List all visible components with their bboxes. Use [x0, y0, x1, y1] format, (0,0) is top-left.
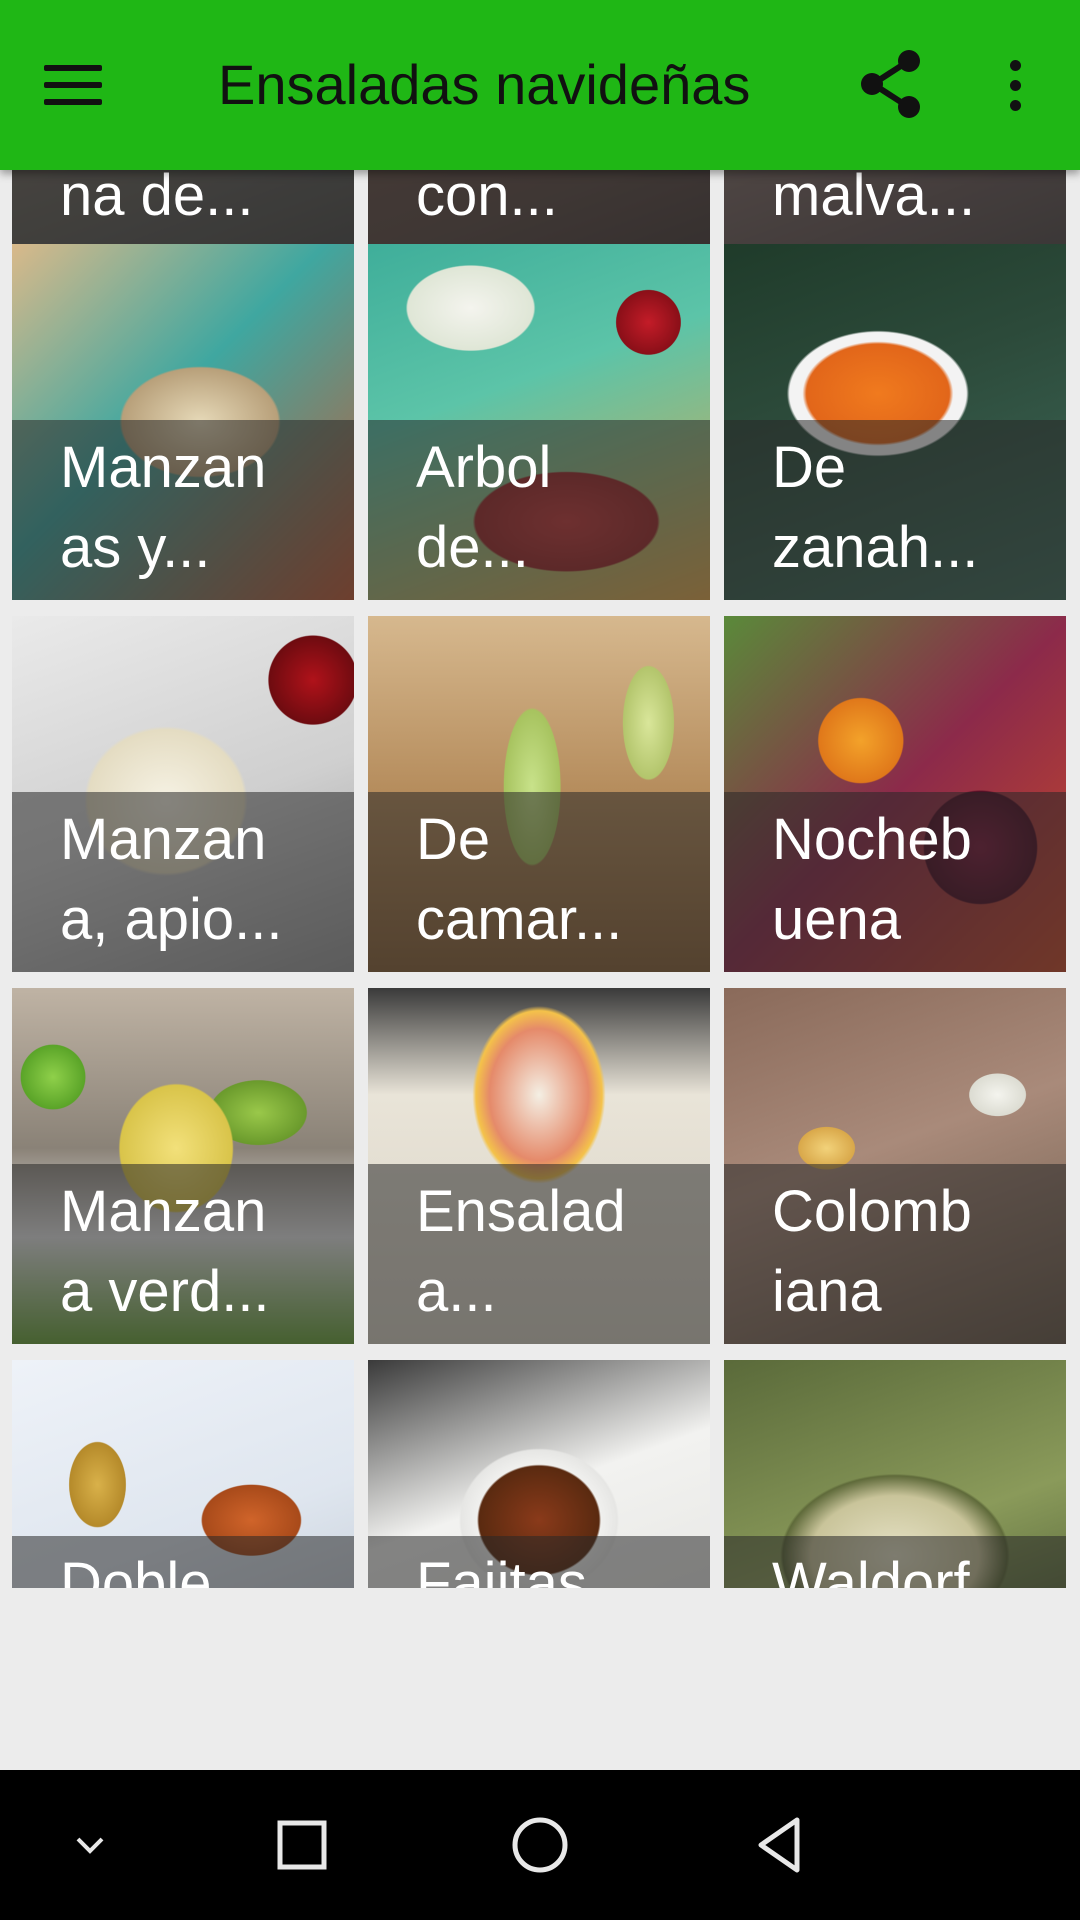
recipe-tile[interactable]: Colomb iana: [724, 988, 1066, 1344]
recipe-grid[interactable]: na de... con... malva... Manzan as y... …: [0, 170, 1080, 1590]
recipe-title: Fajitas...: [416, 1551, 636, 1590]
recipe-title: Doble...: [60, 1551, 260, 1590]
recipe-tile[interactable]: Manzan a verd...: [12, 988, 354, 1344]
page-title: Ensaladas navideñas: [218, 53, 751, 116]
recipe-title: Waldorf...: [772, 1551, 1019, 1590]
recipe-tile[interactable]: Manzan as y...: [12, 244, 354, 600]
recipe-title: Colomb iana: [772, 1179, 972, 1324]
chevron-down-icon[interactable]: [45, 1800, 135, 1890]
recipe-tile[interactable]: Doble...: [12, 1360, 354, 1590]
recipe-tile[interactable]: De camar...: [368, 616, 710, 972]
recipe-title: Nocheb uena: [772, 807, 972, 952]
recipe-title: Manzan a, apio...: [60, 807, 283, 952]
share-icon[interactable]: [855, 48, 927, 120]
recipe-tile[interactable]: Fajitas...: [368, 1360, 710, 1590]
recipe-tile[interactable]: De zanah...: [724, 244, 1066, 600]
more-vert-icon[interactable]: [985, 50, 1045, 120]
menu-icon[interactable]: [44, 50, 124, 120]
system-nav-bar: [0, 1770, 1080, 1920]
list-bottom-area: [0, 1588, 1080, 1590]
recipe-tile[interactable]: Ensalad a...: [368, 988, 710, 1344]
recipe-tile[interactable]: Manzan a, apio...: [12, 616, 354, 972]
recipe-tile[interactable]: Waldorf...: [724, 1360, 1066, 1590]
recipe-title: De camar...: [416, 807, 623, 952]
recipe-title: Arbol de...: [416, 435, 552, 580]
back-triangle-icon[interactable]: [735, 1800, 825, 1890]
recipe-tile[interactable]: Arbol de...: [368, 244, 710, 600]
app-bar: Ensaladas navideñas: [0, 0, 1080, 170]
recipe-title: De zanah...: [772, 435, 979, 580]
recipe-title: Manzan a verd...: [60, 1179, 270, 1324]
recents-square-icon[interactable]: [257, 1800, 347, 1890]
recipe-title: Ensalad a...: [416, 1179, 626, 1324]
home-circle-icon[interactable]: [495, 1800, 585, 1890]
recipe-tile[interactable]: Nocheb uena: [724, 616, 1066, 972]
recipe-title: Manzan as y...: [60, 435, 267, 580]
